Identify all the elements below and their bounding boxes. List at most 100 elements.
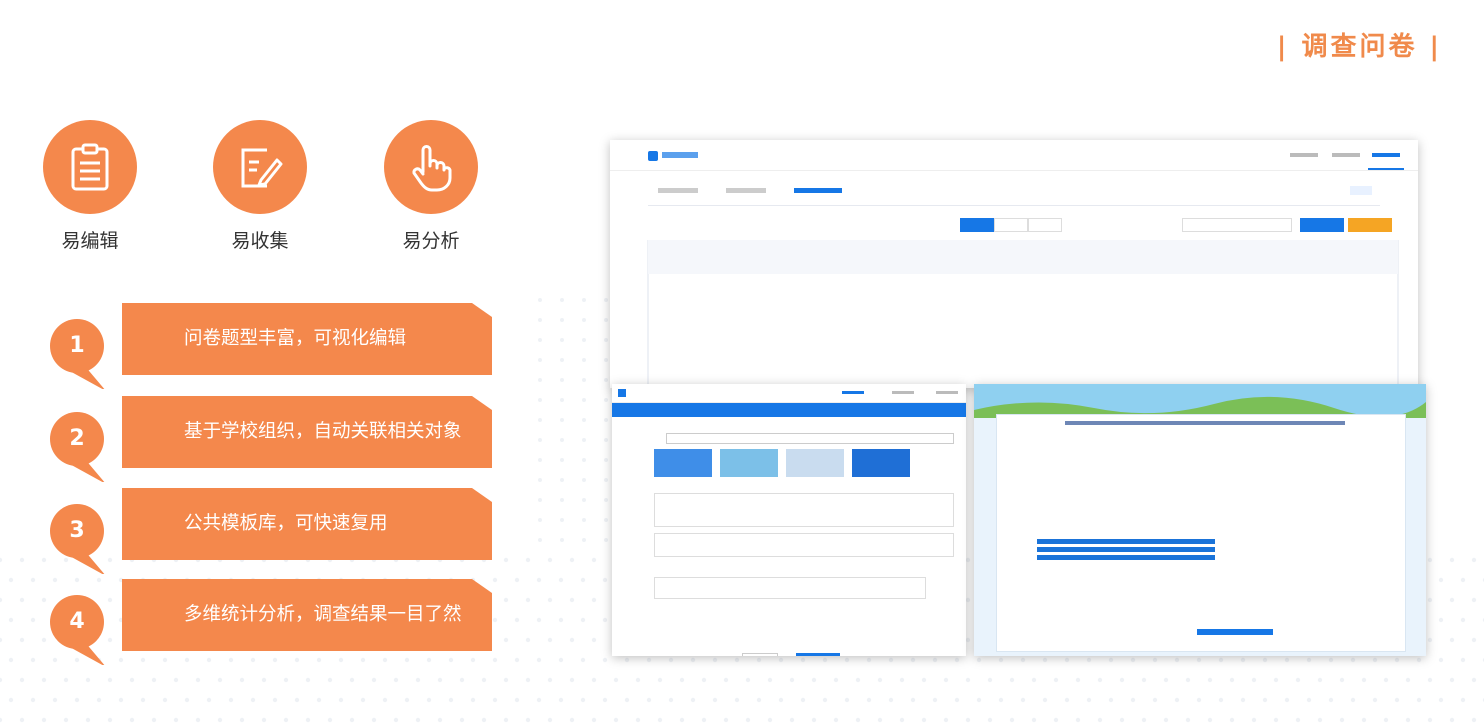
notes-input[interactable] [654,533,954,557]
background-dot [1174,697,1180,703]
sub-tab-active[interactable] [794,188,842,193]
background-dot [1427,677,1433,683]
background-dot [1438,577,1444,583]
background-dot [701,717,707,723]
nav-link[interactable] [1290,153,1318,157]
background-dot [107,717,113,723]
segment[interactable] [994,218,1028,232]
background-dot [910,657,916,663]
background-dot [1273,677,1279,683]
sub-tab[interactable] [726,188,766,193]
background-dot [1460,617,1466,623]
background-dot [547,677,553,683]
segment-active[interactable] [960,218,994,232]
export-button[interactable] [1300,218,1344,232]
nav-link-active[interactable] [842,391,864,394]
background-dot [1372,657,1378,663]
background-dot [538,518,542,522]
background-dot [1449,557,1455,563]
object-input[interactable] [654,577,926,599]
background-dot [1251,717,1257,723]
background-dot [921,717,927,723]
background-dot [679,677,685,683]
background-dot [1460,577,1466,583]
background-dot [580,617,586,623]
background-dot [1361,677,1367,683]
background-dot [604,338,608,342]
background-dot [283,717,289,723]
background-dot [604,518,608,522]
background-dot [910,697,916,703]
background-dot [426,657,432,663]
background-dot [8,657,14,663]
background-dot [932,697,938,703]
background-dot [1350,657,1356,663]
background-dot [538,378,542,382]
background-dot [560,458,564,462]
sub-tab[interactable] [658,188,698,193]
save-button[interactable] [796,653,840,656]
background-dot [712,697,718,703]
background-dot [536,657,542,663]
feature-label: 易分析 [402,230,460,252]
background-dot [327,677,333,683]
background-dot [1097,717,1103,723]
background-dot [151,717,157,723]
background-dot [1262,657,1268,663]
cover-option[interactable] [720,449,778,477]
submit-button[interactable] [1197,629,1273,635]
background-dot [1405,677,1411,683]
background-dot [525,597,531,603]
background-dot [604,358,608,362]
background-dot [582,398,586,402]
background-dot [8,577,14,583]
cover-option[interactable] [654,449,712,477]
background-dot [855,717,861,723]
background-dot [1383,717,1389,723]
background-dot [538,338,542,342]
export-alt-button[interactable] [1348,218,1392,232]
cancel-button[interactable] [742,653,778,656]
background-dot [1427,557,1433,563]
background-dot [503,637,509,643]
background-dot [316,697,322,703]
background-dot [582,418,586,422]
segment[interactable] [1028,218,1062,232]
background-dot [415,677,421,683]
background-dot [987,717,993,723]
description-editor[interactable] [654,493,954,527]
background-dot [283,677,289,683]
select-dropdown[interactable] [1182,218,1292,232]
nav-link-active[interactable] [1372,153,1400,157]
editor-screenshot [612,384,966,656]
background-dot [538,298,542,302]
background-dot [448,697,454,703]
cover-option[interactable] [852,449,910,477]
background-dot [734,697,740,703]
title-input[interactable] [666,433,954,444]
return-button[interactable] [1350,186,1372,195]
background-dot [591,677,597,683]
background-dot [19,597,25,603]
cover-option[interactable] [786,449,844,477]
background-dot [1196,657,1202,663]
background-dot [1119,717,1125,723]
background-dot [349,717,355,723]
background-dot [613,677,619,683]
point-item-2: 2 基于学校组织，自动关联相关对象 [44,396,504,482]
nav-link[interactable] [892,391,914,394]
background-dot [582,498,586,502]
background-dot [1416,697,1422,703]
sub-tabs [648,179,1380,206]
background-dot [1295,677,1301,683]
nav-link[interactable] [936,391,958,394]
point-text: 基于学校组织，自动关联相关对象 [184,421,462,442]
nav-link[interactable] [1332,153,1360,157]
background-dot [965,597,971,603]
background-dot [1064,697,1070,703]
background-dot [239,677,245,683]
background-dot [602,697,608,703]
preview-banner [974,384,1426,418]
background-dot [624,657,630,663]
background-dot [305,677,311,683]
